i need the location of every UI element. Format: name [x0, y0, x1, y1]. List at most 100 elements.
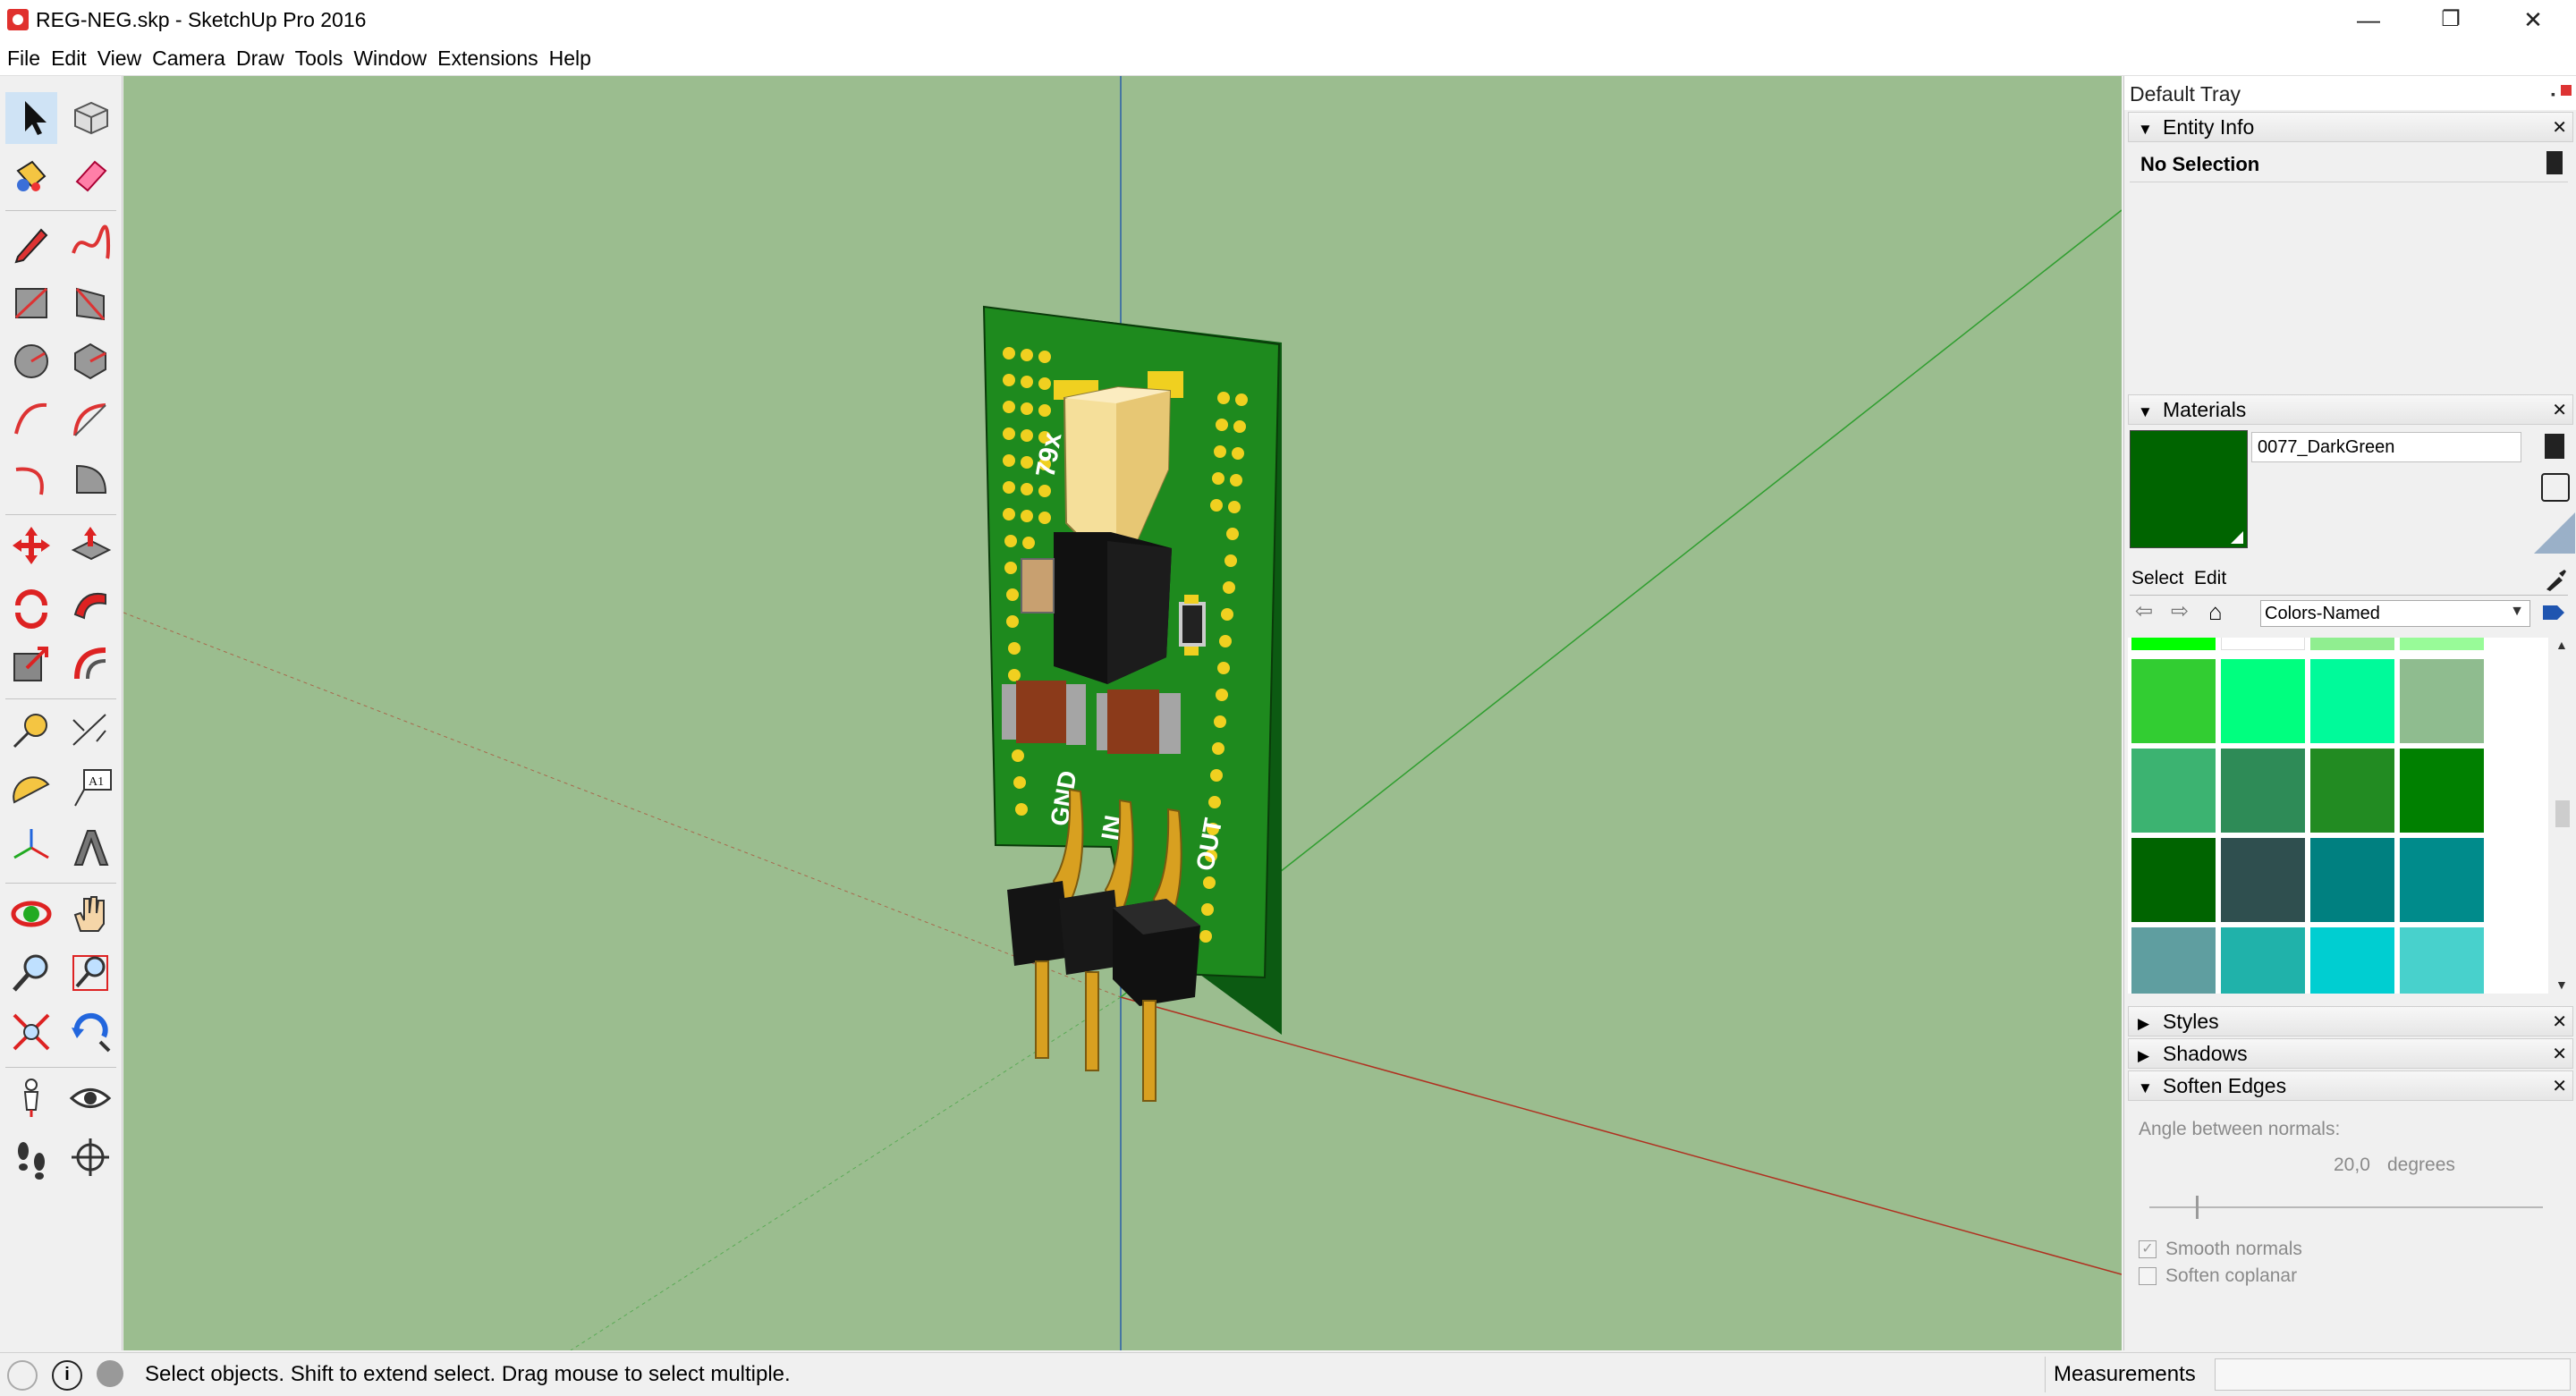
close-icon[interactable]: ✕	[2552, 1011, 2567, 1033]
menu-tools[interactable]: Tools	[290, 39, 349, 71]
info-icon[interactable]: i	[52, 1360, 82, 1391]
zoom-icon[interactable]	[5, 947, 57, 999]
menu-view[interactable]: View	[92, 39, 147, 71]
freehand-icon[interactable]	[64, 217, 116, 269]
details-toggle-icon[interactable]	[2546, 151, 2563, 174]
walk-icon[interactable]	[5, 1131, 57, 1183]
pin-icon[interactable]: ▪	[2551, 87, 2555, 101]
material-name-field[interactable]: 0077_DarkGreen	[2251, 432, 2521, 462]
scroll-thumb[interactable]	[2555, 800, 2570, 827]
restore-button[interactable]: ❐	[2408, 0, 2494, 39]
material-swatch[interactable]	[2310, 638, 2394, 650]
close-icon[interactable]: ✕	[2552, 1075, 2567, 1097]
details-arrow-icon[interactable]	[2541, 600, 2566, 625]
sample-paint-icon[interactable]	[2534, 512, 2575, 554]
material-preview[interactable]	[2130, 430, 2248, 548]
position-camera-icon[interactable]	[5, 1072, 57, 1124]
close-icon[interactable]: ✕	[2552, 116, 2567, 139]
library-dropdown[interactable]: Colors-Named ▼	[2260, 600, 2530, 627]
push-pull-icon[interactable]	[64, 520, 116, 571]
entity-info-header[interactable]: ▼ Entity Info ✕	[2128, 112, 2573, 142]
material-swatch[interactable]	[2221, 749, 2305, 833]
material-swatch[interactable]	[2310, 838, 2394, 922]
home-icon[interactable]: ⌂	[2208, 598, 2223, 626]
swatch-scrollbar[interactable]: ▲ ▼	[2552, 638, 2573, 994]
menu-file[interactable]: File	[0, 39, 46, 71]
close-icon[interactable]: ✕	[2552, 1043, 2567, 1065]
model-viewport[interactable]: 79x GND IN OUT	[123, 76, 2122, 1350]
paint-bucket-small-icon[interactable]	[2541, 473, 2570, 502]
select-tool-icon[interactable]	[5, 92, 57, 144]
menu-draw[interactable]: Draw	[231, 39, 290, 71]
rotated-rectangle-icon[interactable]	[64, 276, 116, 328]
scroll-down-icon[interactable]: ▼	[2555, 977, 2568, 992]
materials-header[interactable]: ▼ Materials ✕	[2128, 394, 2573, 425]
material-swatch[interactable]	[2310, 927, 2394, 994]
material-swatch[interactable]	[2131, 749, 2216, 833]
section-plane-icon[interactable]	[64, 1131, 116, 1183]
dimension-icon[interactable]	[64, 704, 116, 756]
two-point-arc-icon[interactable]	[64, 394, 116, 446]
axes-icon[interactable]	[5, 822, 57, 874]
menu-camera[interactable]: Camera	[147, 39, 231, 71]
menu-extensions[interactable]: Extensions	[432, 39, 544, 71]
material-swatch[interactable]	[2131, 927, 2216, 994]
forward-arrow-icon[interactable]: ⇨	[2171, 598, 2189, 624]
scroll-up-icon[interactable]: ▲	[2555, 638, 2568, 652]
material-swatch[interactable]	[2400, 659, 2484, 743]
offset-icon[interactable]	[64, 638, 116, 690]
zoom-extents-icon[interactable]	[5, 1006, 57, 1058]
previous-view-icon[interactable]	[64, 1006, 116, 1058]
material-swatch[interactable]	[2400, 638, 2484, 650]
material-swatch[interactable]	[2310, 749, 2394, 833]
text-icon[interactable]: A1	[64, 763, 116, 815]
shadows-header[interactable]: ▶ Shadows ✕	[2128, 1038, 2573, 1069]
material-swatch[interactable]	[2131, 838, 2216, 922]
eraser-icon[interactable]	[64, 149, 116, 201]
close-button[interactable]: ✕	[2490, 0, 2576, 39]
pan-icon[interactable]	[64, 888, 116, 940]
material-swatch[interactable]	[2310, 659, 2394, 743]
tab-edit[interactable]: Edit	[2194, 568, 2226, 589]
styles-header[interactable]: ▶ Styles ✕	[2128, 1006, 2573, 1036]
tape-measure-icon[interactable]	[5, 704, 57, 756]
circle-icon[interactable]	[5, 335, 57, 387]
material-swatch[interactable]	[2400, 838, 2484, 922]
create-material-icon[interactable]	[2545, 434, 2564, 459]
pencil-icon[interactable]	[5, 217, 57, 269]
material-swatch[interactable]	[2131, 659, 2216, 743]
menu-window[interactable]: Window	[348, 39, 432, 71]
material-swatch[interactable]	[2221, 659, 2305, 743]
look-around-icon[interactable]	[64, 1072, 116, 1124]
minimize-button[interactable]: —	[2326, 0, 2411, 39]
orbit-icon[interactable]	[5, 888, 57, 940]
material-swatch[interactable]	[2221, 838, 2305, 922]
close-icon[interactable]: ✕	[2552, 399, 2567, 421]
material-swatch[interactable]	[2131, 638, 2216, 650]
menu-help[interactable]: Help	[544, 39, 597, 71]
material-swatch[interactable]	[2400, 927, 2484, 994]
user-account-icon[interactable]	[97, 1360, 123, 1387]
protractor-icon[interactable]	[5, 763, 57, 815]
geo-location-icon[interactable]	[7, 1360, 38, 1391]
measurements-input[interactable]	[2215, 1358, 2571, 1391]
angle-slider-track[interactable]	[2149, 1206, 2543, 1208]
menu-edit[interactable]: Edit	[46, 39, 92, 71]
polygon-icon[interactable]	[64, 335, 116, 387]
back-arrow-icon[interactable]: ⇦	[2135, 598, 2153, 624]
follow-me-icon[interactable]	[64, 579, 116, 630]
arc-icon[interactable]	[5, 394, 57, 446]
scene-canvas[interactable]: 79x GND IN OUT	[123, 76, 2122, 1350]
material-swatch[interactable]	[2221, 927, 2305, 994]
rotate-icon[interactable]	[5, 579, 57, 630]
eyedropper-icon[interactable]	[2541, 566, 2568, 593]
soften-edges-header[interactable]: ▼ Soften Edges ✕	[2128, 1070, 2573, 1101]
tab-select[interactable]: Select	[2131, 568, 2183, 589]
3d-text-icon[interactable]	[64, 822, 116, 874]
pie-icon[interactable]	[64, 453, 116, 505]
smooth-normals-checkbox[interactable]: ✓	[2139, 1240, 2157, 1258]
angle-slider-thumb[interactable]	[2196, 1196, 2199, 1219]
material-swatch[interactable]	[2221, 638, 2305, 650]
component-icon[interactable]	[64, 92, 116, 144]
soften-coplanar-checkbox[interactable]	[2139, 1267, 2157, 1285]
